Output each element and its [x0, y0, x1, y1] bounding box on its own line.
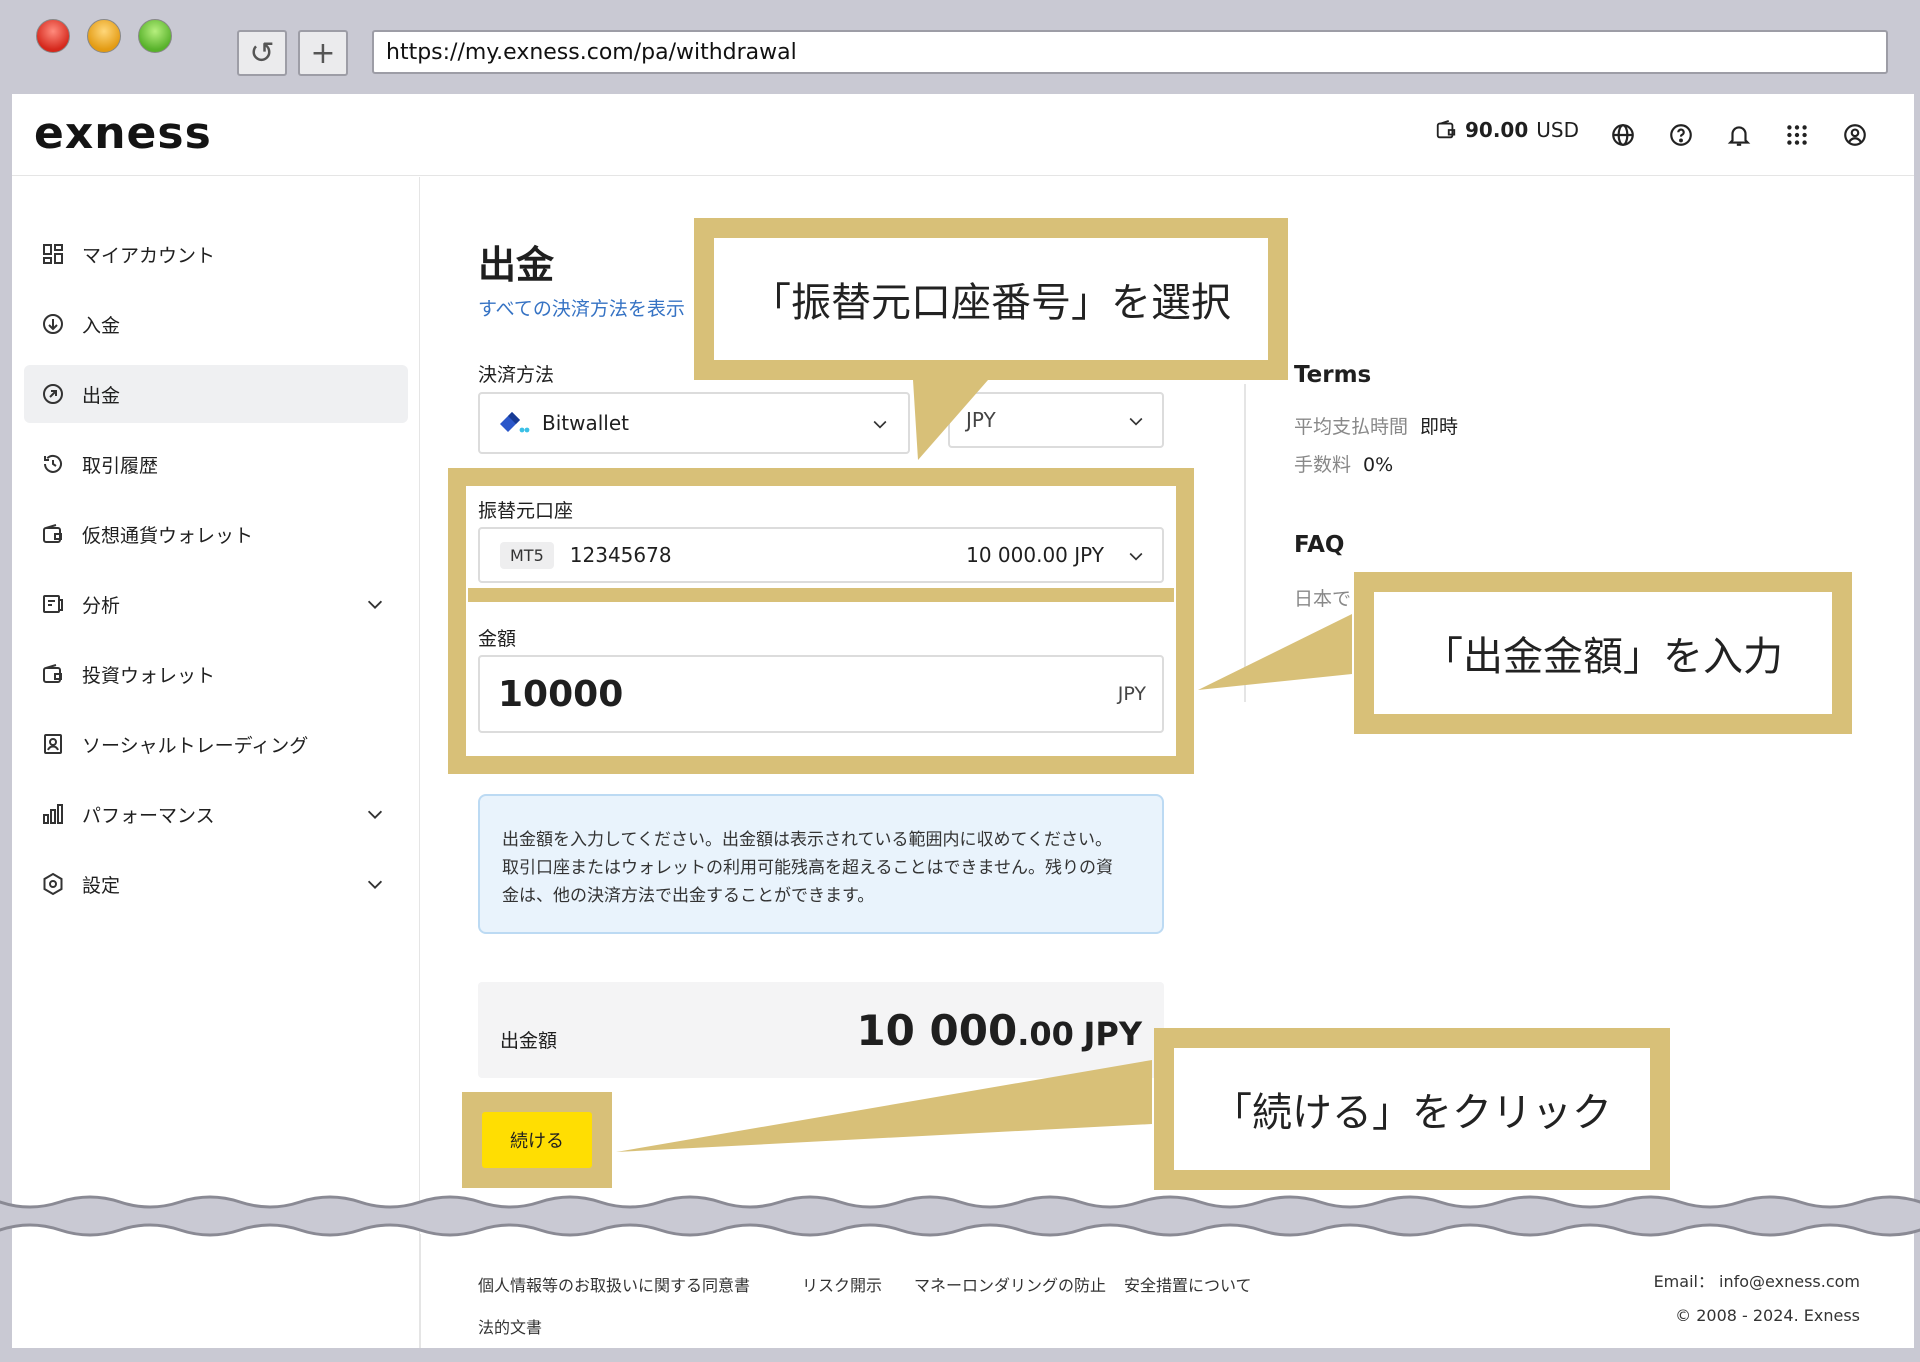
footer-sidebar-divider: [420, 1234, 421, 1348]
pointer-click-continue: [616, 1060, 1152, 1152]
footer-link-legal[interactable]: 法的文書: [478, 1314, 542, 1338]
new-tab-button[interactable]: +: [298, 30, 348, 76]
plus-icon: +: [310, 35, 336, 71]
callout-click-continue: 「続ける」をクリック: [1154, 1028, 1670, 1190]
minimize-window-button[interactable]: [87, 19, 121, 53]
maximize-window-button[interactable]: [138, 19, 172, 53]
browser-chrome: ↺ + https://my.exness.com/pa/withdrawal: [0, 0, 1920, 94]
callout-select-account: 「振替元口座番号」を選択: [694, 218, 1288, 380]
footer-link-aml[interactable]: マネーロンダリングの防止: [914, 1272, 1106, 1296]
exness-page: exness 90.00 USD マイアカウント 入金 出金 取引履歴 仮想通貨…: [12, 94, 1914, 1348]
callout-enter-amount: 「出金金額」を入力: [1354, 572, 1852, 734]
close-window-button[interactable]: [36, 19, 70, 53]
footer-copyright: © 2008 - 2024. Exness: [1675, 1306, 1860, 1325]
footer-link-privacy[interactable]: 個人情報等のお取扱いに関する同意書: [478, 1272, 750, 1296]
pointer-enter-amount: [1198, 614, 1352, 690]
torn-edge-separator: [0, 1195, 1920, 1237]
reload-button[interactable]: ↺: [237, 30, 287, 76]
footer-email[interactable]: Email： info@exness.com: [1610, 1268, 1860, 1292]
footer-link-safety[interactable]: 安全措置について: [1124, 1272, 1252, 1296]
reload-icon: ↺: [249, 35, 275, 71]
address-bar[interactable]: https://my.exness.com/pa/withdrawal: [372, 30, 1888, 74]
footer-link-risk[interactable]: リスク開示: [802, 1272, 882, 1296]
